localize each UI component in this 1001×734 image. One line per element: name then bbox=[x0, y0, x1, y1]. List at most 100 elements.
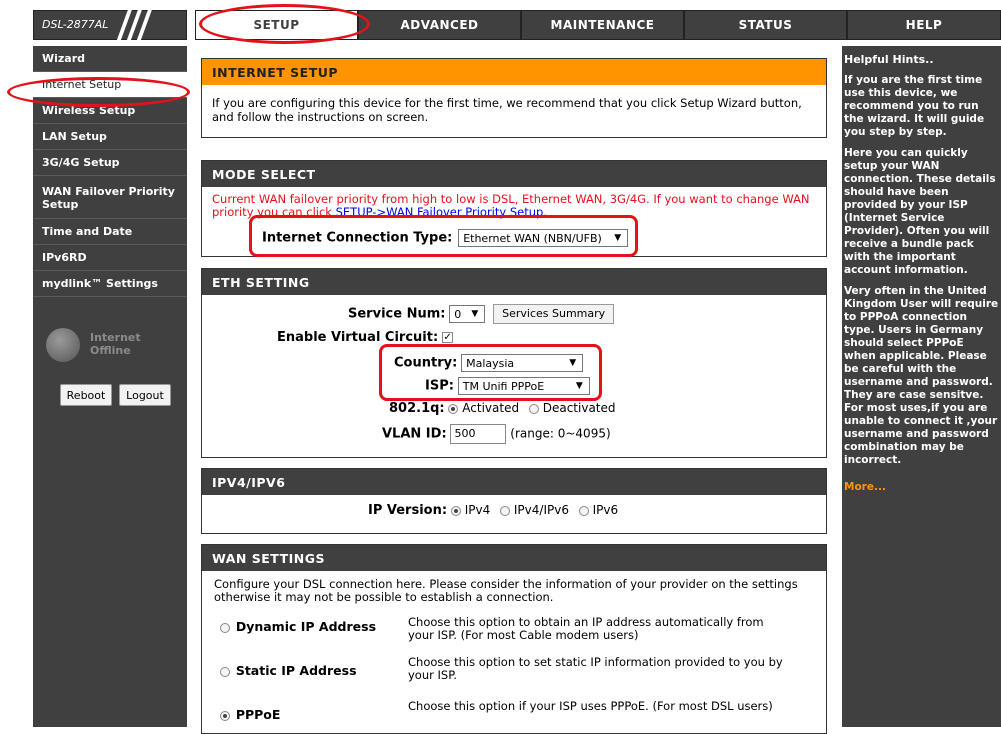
main-content: INTERNET SETUP If you are configuring th… bbox=[187, 46, 842, 734]
conn-type-label: Internet Connection Type: bbox=[262, 230, 453, 246]
chevron-down-icon: ▼ bbox=[614, 233, 622, 243]
country-row: Country: Malaysia ▼ bbox=[394, 354, 584, 372]
sidebar-item-3g4g-setup[interactable]: 3G/4G Setup bbox=[33, 150, 187, 176]
ip-version-section: IPV4/IPV6 IP Version: IPv4 IPv4/IPv6 IPv… bbox=[201, 468, 827, 534]
dynamic-ip-label: Dynamic IP Address bbox=[235, 619, 377, 634]
wan-settings-title: WAN SETTINGS bbox=[202, 545, 826, 571]
tab-setup[interactable]: SETUP bbox=[195, 10, 358, 40]
dynamic-ip-radio[interactable] bbox=[220, 622, 230, 633]
country-value: Malaysia bbox=[466, 357, 515, 370]
status-line-offline: Offline bbox=[90, 344, 131, 357]
logout-button[interactable]: Logout bbox=[119, 384, 171, 406]
country-select[interactable]: Malaysia ▼ bbox=[461, 354, 584, 372]
service-num-label: Service Num: bbox=[348, 306, 446, 322]
ip-version-title: IPV4/IPV6 bbox=[202, 469, 826, 495]
pppoe-radio[interactable] bbox=[220, 710, 230, 721]
dot1q-label: 802.1q: bbox=[389, 401, 445, 416]
isp-value: TM Unifi PPPoE bbox=[462, 380, 545, 393]
ipv6-radio[interactable] bbox=[578, 505, 589, 516]
internet-setup-section: INTERNET SETUP If you are configuring th… bbox=[201, 58, 827, 138]
dot1q-row: 802.1q: Activated Deactivated bbox=[389, 401, 616, 416]
mode-select-section: MODE SELECT Current WAN failover priorit… bbox=[201, 160, 827, 257]
globe-icon bbox=[46, 328, 80, 362]
sidebar-item-wireless-setup[interactable]: Wireless Setup bbox=[33, 98, 187, 124]
static-ip-label: Static IP Address bbox=[235, 663, 357, 678]
internet-setup-desc: If you are configuring this device for t… bbox=[212, 96, 802, 124]
top-nav: DSL-2877AL SETUP ADVANCED MAINTENANCE ST… bbox=[0, 0, 1001, 46]
static-ip-radio[interactable] bbox=[220, 666, 230, 677]
static-ip-desc: Choose this option to set static IP info… bbox=[408, 655, 783, 682]
ipv4-radio[interactable] bbox=[450, 505, 461, 516]
dynamic-ip-option: Dynamic IP Address bbox=[220, 619, 376, 634]
more-link[interactable]: More... bbox=[844, 481, 999, 494]
status-text: Internet Offline bbox=[90, 331, 141, 357]
sidebar: Wizard Internet Setup Wireless Setup LAN… bbox=[33, 46, 187, 727]
sidebar-item-wizard[interactable]: Wizard bbox=[33, 46, 187, 72]
isp-row: ISP: TM Unifi PPPoE ▼ bbox=[425, 377, 590, 395]
ipv4-label: IPv4 bbox=[464, 503, 491, 517]
wan-settings-intro: Configure your DSL connection here. Plea… bbox=[214, 577, 798, 604]
chevron-down-icon: ▼ bbox=[575, 381, 583, 391]
evc-checkbox[interactable]: ✓ bbox=[442, 332, 454, 343]
service-num-select[interactable]: 0 ▼ bbox=[449, 305, 486, 323]
ipv4-ipv6-radio[interactable] bbox=[500, 505, 511, 516]
internet-status: Internet Offline bbox=[46, 328, 176, 364]
isp-select[interactable]: TM Unifi PPPoE ▼ bbox=[457, 377, 590, 395]
tab-help[interactable]: HELP bbox=[847, 10, 1001, 40]
warning-text: priority you can click bbox=[212, 205, 332, 219]
deactivated-label: Deactivated bbox=[542, 401, 616, 415]
ip-version-row: IP Version: IPv4 IPv4/IPv6 IPv6 bbox=[368, 503, 618, 518]
dynamic-ip-desc: Choose this option to obtain an IP addre… bbox=[408, 615, 764, 642]
evc-row: Enable Virtual Circuit: ✓ bbox=[277, 330, 454, 345]
ip-version-label: IP Version: bbox=[368, 503, 448, 518]
mode-select-title: MODE SELECT bbox=[202, 161, 826, 187]
static-ip-option: Static IP Address bbox=[220, 663, 357, 678]
reboot-button[interactable]: Reboot bbox=[60, 384, 112, 406]
device-logo: DSL-2877AL bbox=[33, 8, 187, 44]
pppoe-label: PPPoE bbox=[235, 707, 281, 722]
conn-type-select[interactable]: Ethernet WAN (NBN/UFB) ▼ bbox=[458, 229, 629, 247]
internet-setup-title: INTERNET SETUP bbox=[202, 59, 826, 85]
warning-period: . bbox=[543, 205, 547, 219]
hint-paragraph: Here you can quickly setup your WAN conn… bbox=[844, 147, 996, 276]
activated-label: Activated bbox=[462, 401, 520, 415]
hints-title: Helpful Hints.. bbox=[844, 53, 934, 66]
vlan-input[interactable]: 500 bbox=[450, 424, 507, 444]
sidebar-item-lan-setup[interactable]: LAN Setup bbox=[33, 124, 187, 150]
hint-paragraph: If you are the first time use this devic… bbox=[844, 74, 985, 138]
chevron-down-icon: ▼ bbox=[569, 358, 577, 368]
country-label: Country: bbox=[394, 355, 458, 371]
warning-line-2: priority you can click SETUP->WAN Failov… bbox=[212, 206, 816, 219]
eth-setting-section: ETH SETTING Service Num: 0 ▼ Services Sum… bbox=[201, 268, 827, 458]
wan-settings-section: WAN SETTINGS Configure your DSL connecti… bbox=[201, 544, 827, 734]
chevron-down-icon: ▼ bbox=[471, 309, 479, 319]
sidebar-item-ipv6rd[interactable]: IPv6RD bbox=[33, 245, 187, 271]
model-name: DSL-2877AL bbox=[42, 18, 109, 31]
pppoe-option: PPPoE bbox=[220, 707, 280, 722]
sidebar-item-wan-failover[interactable]: WAN Failover Priority Setup bbox=[33, 176, 187, 219]
evc-label: Enable Virtual Circuit: bbox=[277, 330, 439, 345]
eth-setting-title: ETH SETTING bbox=[202, 269, 826, 295]
wan-failover-link[interactable]: SETUP->WAN Failover Priority Setup bbox=[336, 205, 544, 219]
tab-maintenance[interactable]: MAINTENANCE bbox=[521, 10, 684, 40]
conn-type-value: Ethernet WAN (NBN/UFB) bbox=[463, 232, 602, 245]
vlan-label: VLAN ID: bbox=[382, 426, 447, 442]
tab-advanced[interactable]: ADVANCED bbox=[358, 10, 521, 40]
sidebar-item-time-date[interactable]: Time and Date bbox=[33, 219, 187, 245]
hint-paragraph: Very often in the United Kingdom User wi… bbox=[844, 285, 999, 466]
helpful-hints-panel: Helpful Hints.. If you are the first tim… bbox=[842, 46, 1001, 727]
ipv6-label: IPv6 bbox=[592, 503, 619, 517]
sidebar-item-internet-setup[interactable]: Internet Setup bbox=[33, 72, 187, 98]
tab-status[interactable]: STATUS bbox=[684, 10, 847, 40]
deactivated-radio[interactable] bbox=[528, 403, 539, 414]
activated-radio[interactable] bbox=[448, 403, 459, 414]
vlan-range: (range: 0~4095) bbox=[510, 426, 611, 441]
ipv4-ipv6-label: IPv4/IPv6 bbox=[513, 503, 569, 517]
failover-warning: Current WAN failover priority from high … bbox=[202, 187, 826, 219]
services-summary-button[interactable]: Services Summary bbox=[493, 304, 615, 324]
isp-label: ISP: bbox=[425, 378, 454, 394]
vlan-row: VLAN ID: 500 (range: 0~4095) bbox=[382, 424, 611, 444]
sidebar-item-mydlink[interactable]: mydlink™ Settings bbox=[33, 271, 187, 297]
status-line-internet: Internet bbox=[90, 331, 141, 344]
service-num-value: 0 bbox=[454, 308, 462, 321]
